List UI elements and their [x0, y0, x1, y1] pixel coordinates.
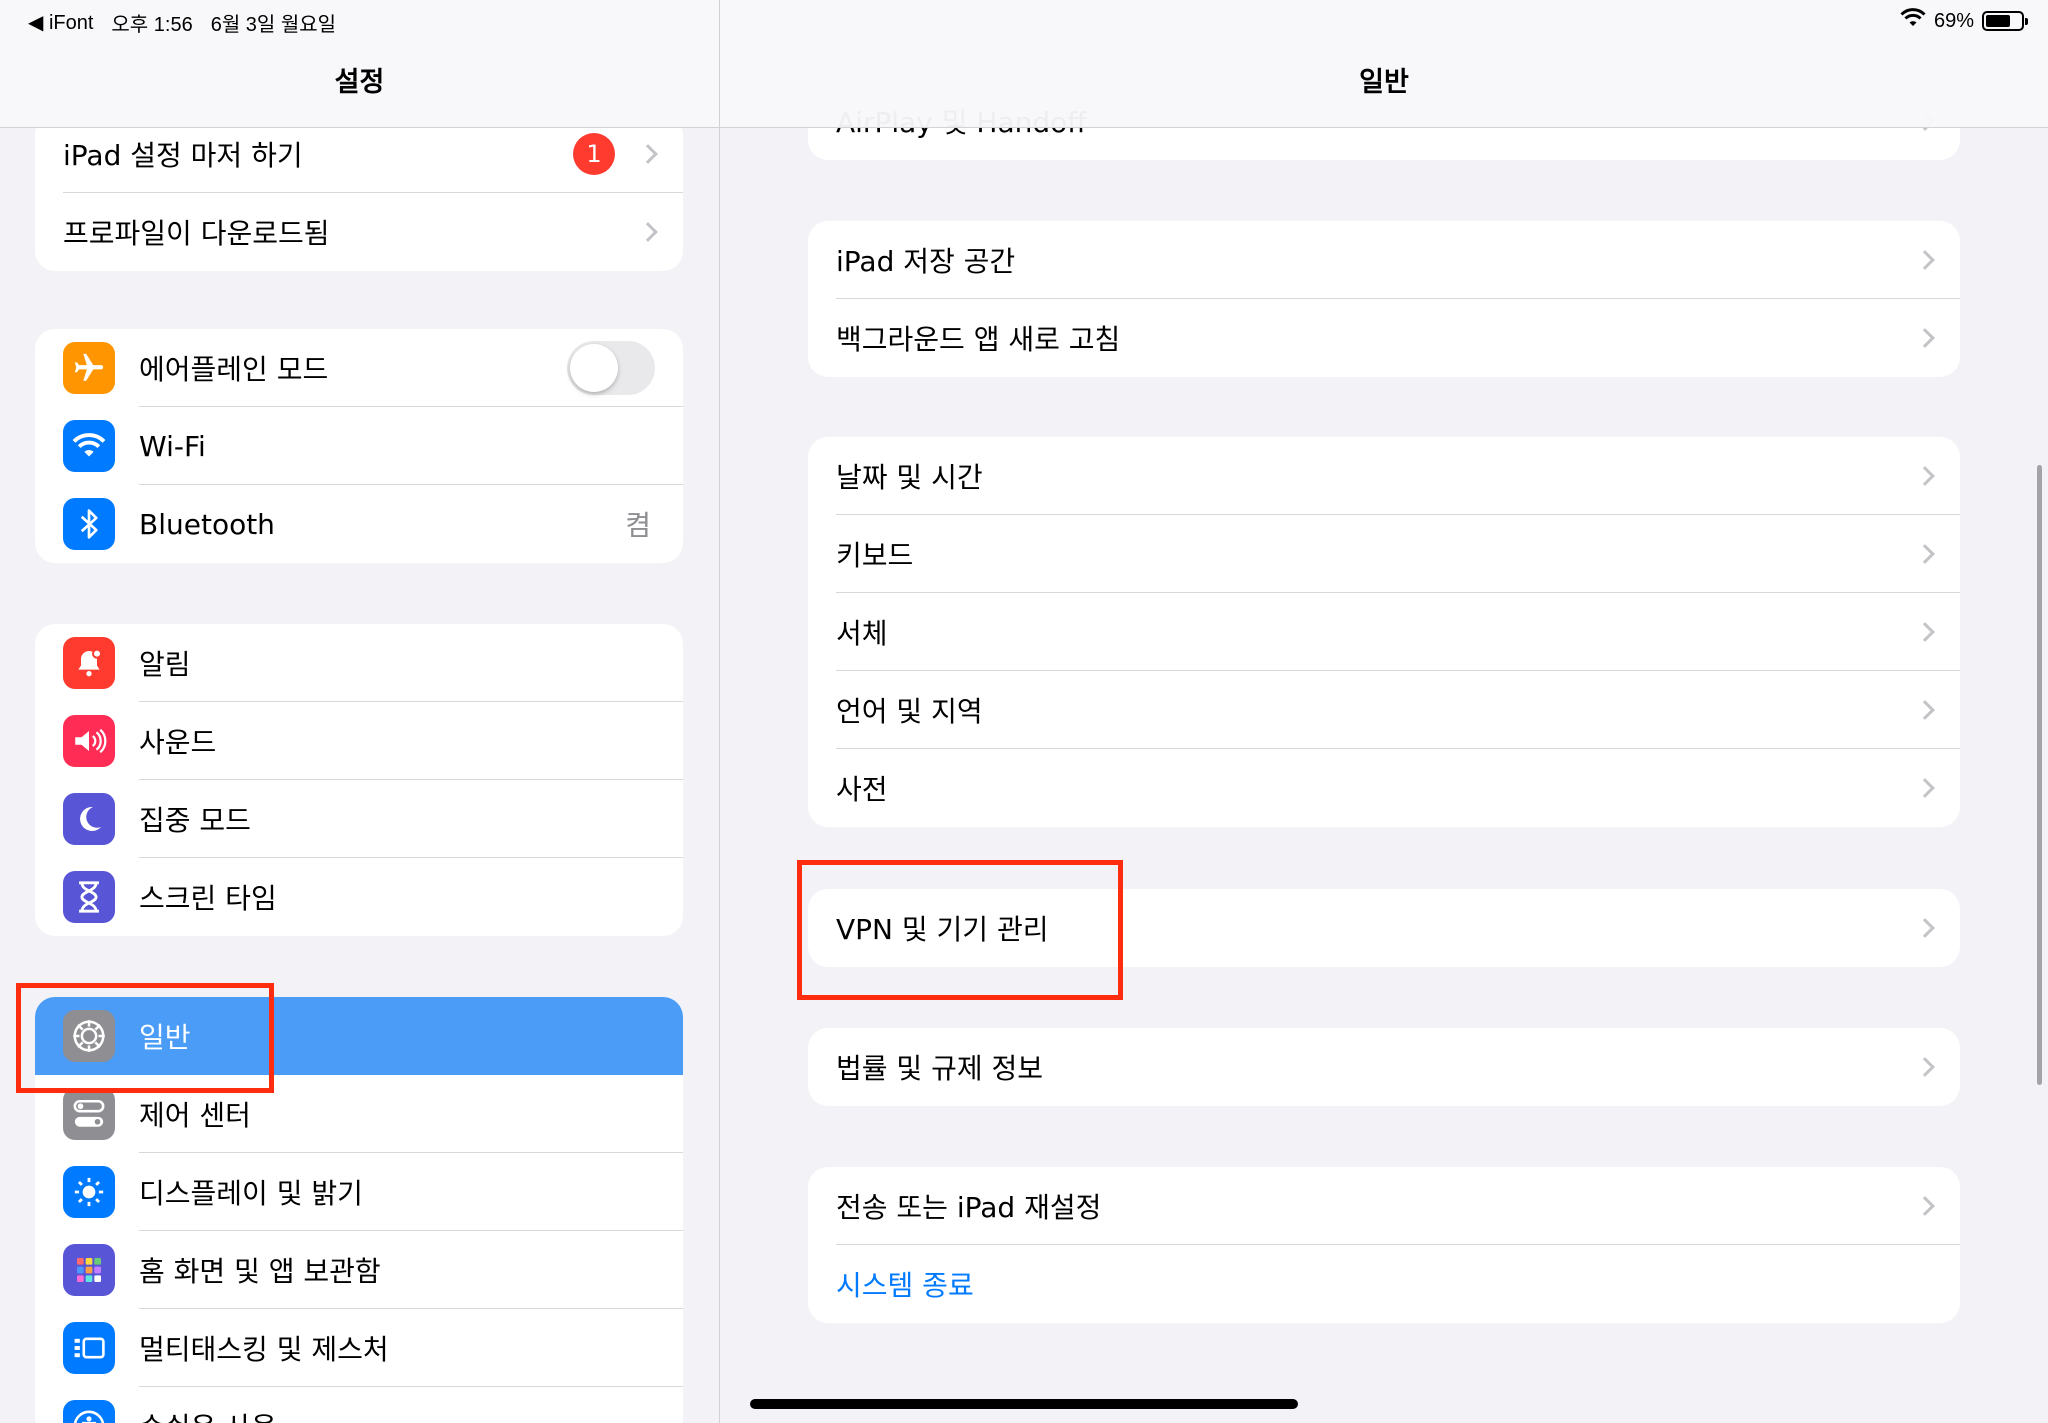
detail-item-ipad-storage[interactable]: iPad 저장 공간: [808, 221, 1960, 299]
battery-icon: [1982, 11, 2028, 31]
chevron-right-icon: [1915, 622, 1935, 642]
detail-title: 일반: [1359, 67, 1409, 98]
sidebar-group-notifications: 알림 사운드 집중 모드 스크린 타임: [35, 624, 683, 936]
detail-item-transfer-reset[interactable]: 전송 또는 iPad 재설정: [808, 1167, 1960, 1245]
detail-group-reset: 전송 또는 iPad 재설정 시스템 종료: [808, 1167, 1960, 1323]
grid-icon: [63, 1244, 115, 1296]
sidebar-item-label: Bluetooth: [139, 507, 275, 541]
sidebar-item-accessibility[interactable]: 손쉬운 사용: [35, 1387, 683, 1423]
sidebar-item-home-screen[interactable]: 홈 화면 및 앱 보관함: [35, 1231, 683, 1309]
chevron-right-icon: [1915, 544, 1935, 564]
chevron-right-icon: [1915, 466, 1935, 486]
sidebar-group-connectivity: 에어플레인 모드 Wi-Fi Bluetooth 켬: [35, 329, 683, 563]
sidebar-item-notifications[interactable]: 알림: [35, 624, 683, 702]
sidebar-item-label: Wi-Fi: [139, 429, 206, 463]
chevron-right-icon: [1915, 1057, 1935, 1077]
wifi-icon: [63, 420, 115, 472]
sidebar-item-label: 제어 센터: [139, 1099, 251, 1132]
shutdown-label: 시스템 종료: [836, 1269, 974, 1302]
chevron-right-icon: [638, 144, 658, 164]
chevron-right-icon: [1915, 1196, 1935, 1216]
detail-item-fonts[interactable]: 서체: [808, 593, 1960, 671]
sidebar-item-focus[interactable]: 집중 모드: [35, 780, 683, 858]
home-indicator[interactable]: [750, 1399, 1298, 1409]
sidebar-item-label: 스크린 타임: [139, 882, 277, 915]
detail-item-label: 사전: [836, 773, 888, 806]
detail-item-label: 백그라운드 앱 새로 고침: [836, 323, 1121, 356]
bell-icon: [63, 637, 115, 689]
sidebar-item-profile-downloaded[interactable]: 프로파일이 다운로드됨: [35, 193, 683, 271]
sidebar-item-label: 손쉬운 사용: [139, 1406, 655, 1423]
back-to-app-link[interactable]: ◀ iFont: [28, 10, 93, 35]
detail-item-language-region[interactable]: 언어 및 지역: [808, 671, 1960, 749]
sidebar-item-label: 멀티태스킹 및 제스처: [139, 1333, 389, 1366]
chevron-right-icon: [1915, 250, 1935, 270]
notification-badge: 1: [573, 133, 615, 175]
detail-item-label: 언어 및 지역: [836, 695, 983, 728]
scrollbar[interactable]: [2037, 465, 2042, 1085]
status-time: 오후 1:56: [111, 14, 193, 36]
sidebar-item-label: 집중 모드: [139, 804, 251, 837]
detail-group-storage: iPad 저장 공간 백그라운드 앱 새로 고침: [808, 221, 1960, 377]
detail-item-legal-regulatory[interactable]: 법률 및 규제 정보: [808, 1028, 1960, 1106]
detail-item-date-time[interactable]: 날짜 및 시간: [808, 437, 1960, 515]
chevron-right-icon: [1915, 700, 1935, 720]
detail-item-dictionary[interactable]: 사전: [808, 749, 1960, 827]
sidebar-item-airplane-mode[interactable]: 에어플레인 모드: [35, 329, 683, 407]
sidebar-item-label: 홈 화면 및 앱 보관함: [139, 1255, 381, 1288]
settings-sidebar: 설정 iPad 설정 마저 하기 1 프로파일이 다운로드됨 에어플레인 모드: [0, 0, 719, 1423]
chevron-right-icon: [1915, 328, 1935, 348]
airplane-mode-toggle[interactable]: [567, 341, 655, 395]
detail-group-locale: 날짜 및 시간 키보드 서체 언어 및 지역 사전: [808, 437, 1960, 827]
moon-icon: [63, 793, 115, 845]
accessibility-icon: [63, 1400, 115, 1423]
detail-item-label: 법률 및 규제 정보: [836, 1052, 1044, 1085]
bluetooth-status-value: 켬: [625, 509, 651, 542]
status-bar: ◀ iFont 오후 1:56 6월 3일 월요일 69%: [0, 0, 2048, 40]
chevron-right-icon: [1915, 778, 1935, 798]
sidebar-title: 설정: [334, 67, 385, 98]
hourglass-icon: [63, 871, 115, 923]
sidebar-item-label: 프로파일이 다운로드됨: [63, 217, 330, 250]
sidebar-item-sounds[interactable]: 사운드: [35, 702, 683, 780]
detail-item-label: 날짜 및 시간: [836, 461, 983, 494]
highlight-box-general: [16, 983, 274, 1093]
detail-item-label: 키보드: [836, 539, 914, 572]
status-date: 6월 3일 월요일: [210, 14, 337, 36]
bluetooth-icon: [63, 498, 115, 550]
chevron-right-icon: [638, 222, 658, 242]
airplane-icon: [63, 342, 115, 394]
sidebar-item-display-brightness[interactable]: 디스플레이 및 밝기: [35, 1153, 683, 1231]
detail-item-label: 서체: [836, 617, 888, 650]
highlight-box-vpn: [797, 860, 1123, 1000]
battery-percent: 69%: [1933, 9, 1974, 32]
sidebar-item-bluetooth[interactable]: Bluetooth 켬: [35, 485, 683, 563]
detail-item-background-refresh[interactable]: 백그라운드 앱 새로 고침: [808, 299, 1960, 377]
detail-item-label: 전송 또는 iPad 재설정: [836, 1191, 1102, 1224]
multitask-icon: [63, 1322, 115, 1374]
sidebar-item-label: 사운드: [139, 726, 217, 759]
detail-item-label: iPad 저장 공간: [836, 245, 1016, 278]
detail-group-legal: 법률 및 규제 정보: [808, 1028, 1960, 1106]
sidebar-item-label: 에어플레인 모드: [139, 353, 329, 386]
sidebar-item-label: 알림: [139, 648, 191, 681]
toggles-icon: [63, 1088, 115, 1140]
sidebar-item-screen-time[interactable]: 스크린 타임: [35, 858, 683, 936]
sidebar-item-multitasking[interactable]: 멀티태스킹 및 제스처: [35, 1309, 683, 1387]
shutdown-button[interactable]: 시스템 종료: [808, 1245, 1960, 1323]
chevron-right-icon: [1915, 918, 1935, 938]
sun-icon: [63, 1166, 115, 1218]
general-detail-pane: 일반 AirPlay 및 Handoff iPad 저장 공간 백그라운드 앱 …: [720, 0, 2048, 1423]
speaker-icon: [63, 715, 115, 767]
sidebar-item-label: iPad 설정 마저 하기: [63, 139, 303, 172]
detail-item-keyboard[interactable]: 키보드: [808, 515, 1960, 593]
sidebar-item-wifi[interactable]: Wi-Fi: [35, 407, 683, 485]
wifi-status-icon: [1900, 8, 1926, 34]
sidebar-group-setup: iPad 설정 마저 하기 1 프로파일이 다운로드됨: [35, 115, 683, 271]
sidebar-item-label: 디스플레이 및 밝기: [139, 1177, 363, 1210]
